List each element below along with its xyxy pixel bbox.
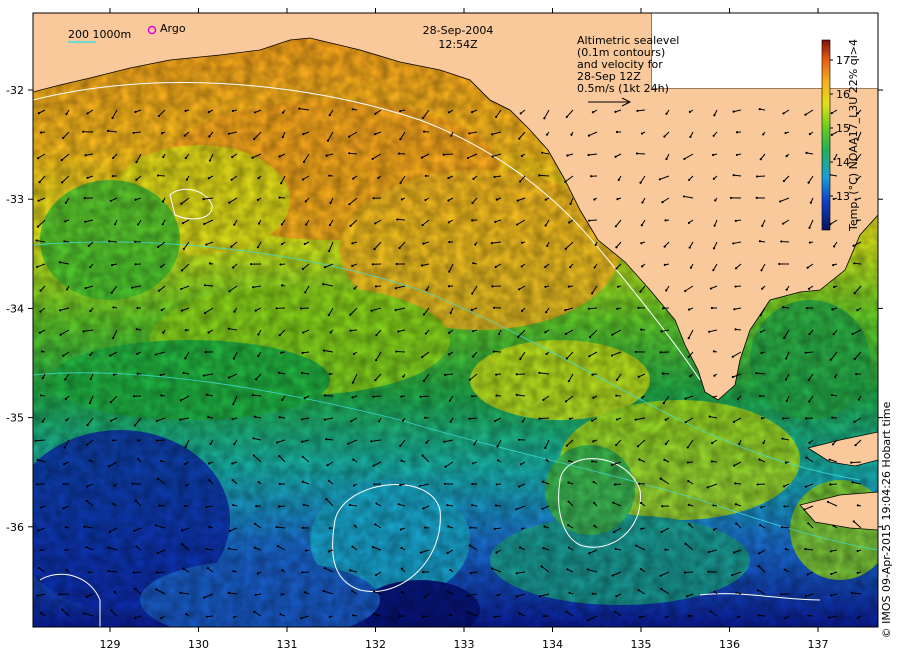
velocity-arrow xyxy=(373,395,382,398)
x-tick-label: 135 xyxy=(631,638,652,651)
map-time: 12:54Z xyxy=(438,38,478,51)
y-tick-label: -33 xyxy=(6,193,24,206)
colorbar-ramp xyxy=(821,39,831,231)
velocity-arrow xyxy=(539,174,550,177)
x-tick-label: 131 xyxy=(277,638,298,651)
x-tick-label: 129 xyxy=(100,638,121,651)
x-tick-label: 130 xyxy=(188,638,209,651)
x-tick-label: 136 xyxy=(719,638,740,651)
velocity-arrow xyxy=(589,219,598,222)
x-tick-label: 132 xyxy=(365,638,386,651)
y-tick-label: -32 xyxy=(6,84,24,97)
x-tick-label: 134 xyxy=(542,638,563,651)
sst-map: 200 1000m Argo 28-Sep-2004 12:54Z Altime… xyxy=(6,8,893,651)
velocity-arrow xyxy=(851,461,862,464)
velocity-arrow xyxy=(397,218,406,221)
x-tick-label: 133 xyxy=(454,638,475,651)
y-tick-label: -34 xyxy=(6,302,24,315)
velocity-arrow xyxy=(156,571,166,574)
x-tick-label: 137 xyxy=(808,638,829,651)
velocity-arrow xyxy=(757,175,766,178)
argo-label: Argo xyxy=(160,22,186,35)
altimetry-line-5: 0.5m/s (1kt 24h) xyxy=(577,82,669,95)
velocity-arrow xyxy=(539,417,550,420)
map-date: 28-Sep-2004 xyxy=(423,24,494,37)
y-tick-label: -35 xyxy=(6,412,24,425)
legend-box-blank xyxy=(652,13,878,88)
velocity-arrow xyxy=(805,351,814,354)
depth-legend-label: 200 1000m xyxy=(68,28,131,41)
velocity-arrow xyxy=(636,152,646,155)
y-tick-label: -36 xyxy=(6,521,24,534)
velocity-arrow xyxy=(443,153,454,156)
credit-line: © IMOS 09-Apr-2015 19:04:26 Hobart time xyxy=(880,401,893,638)
colorbar-title: Temp. (°C) NOAA17_L3U 22% qi>4 xyxy=(847,39,860,232)
